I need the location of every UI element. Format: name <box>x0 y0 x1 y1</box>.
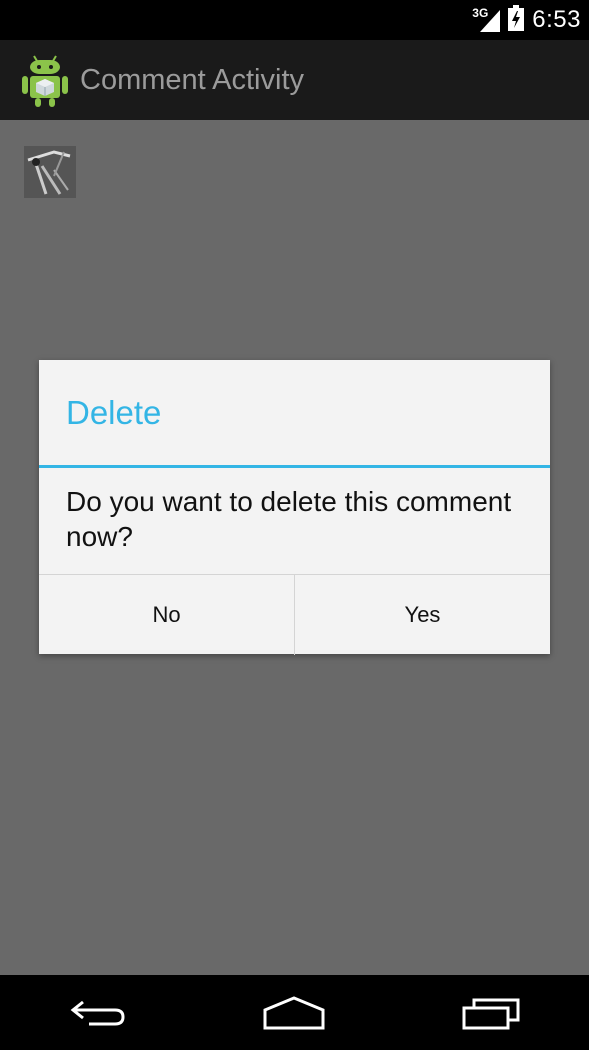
content-area: Delete Do you want to delete this commen… <box>0 120 589 975</box>
dialog-divider <box>39 465 550 468</box>
back-icon[interactable] <box>58 983 138 1043</box>
home-icon[interactable] <box>254 983 334 1043</box>
status-icons: 3G 6:53 <box>472 0 581 40</box>
delete-dialog: Delete Do you want to delete this commen… <box>39 360 550 655</box>
status-bar: 3G 6:53 <box>0 0 589 40</box>
dialog-buttons: No Yes <box>39 574 550 655</box>
recent-apps-icon[interactable] <box>451 983 531 1043</box>
navigation-bar <box>0 975 589 1050</box>
battery-icon <box>508 4 525 36</box>
android-robot-icon[interactable] <box>20 52 70 108</box>
comment-thumbnail[interactable] <box>24 146 76 198</box>
dialog-title: Delete <box>66 394 162 431</box>
yes-button[interactable]: Yes <box>294 575 550 655</box>
app-title: Comment Activity <box>80 63 304 96</box>
dialog-message: Do you want to delete this comment now? <box>66 486 512 552</box>
signal-icon: 3G <box>472 6 501 34</box>
clock: 6:53 <box>532 6 581 33</box>
no-button[interactable]: No <box>39 575 294 655</box>
action-bar: Comment Activity <box>0 40 589 120</box>
